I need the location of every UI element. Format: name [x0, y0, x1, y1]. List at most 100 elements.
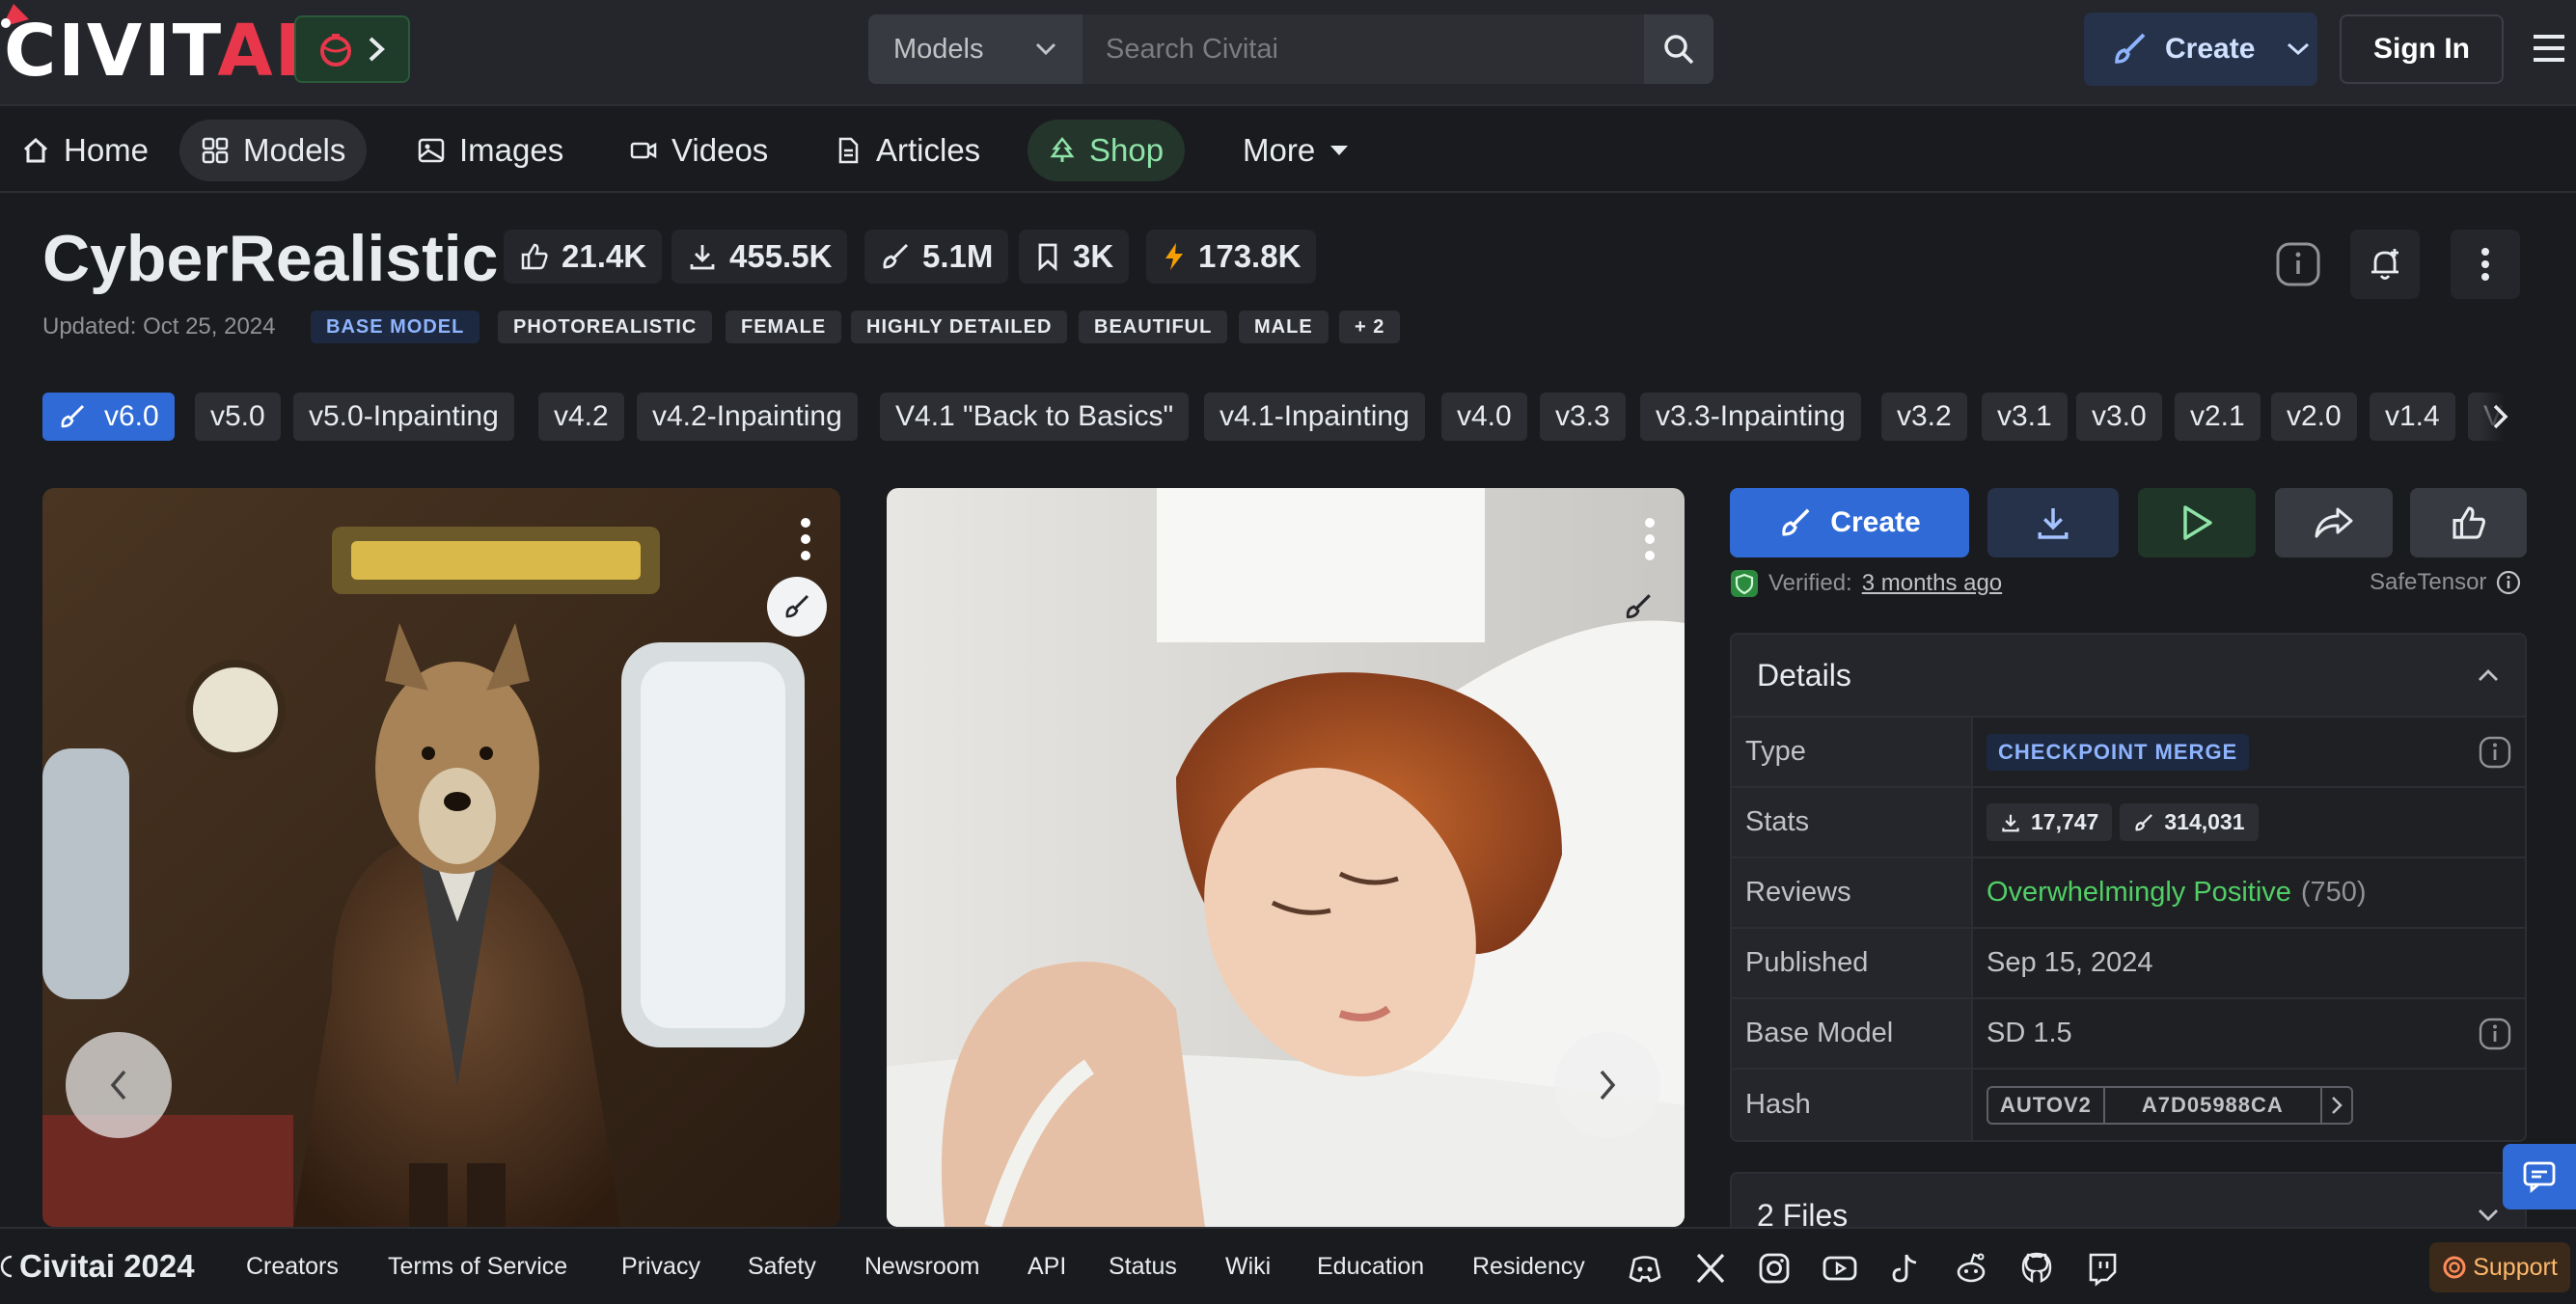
version-chip[interactable]: v3.3 [1540, 393, 1626, 441]
nav-videos[interactable]: Videos [608, 120, 789, 181]
version-chip[interactable]: V4.1 "Back to Basics" [880, 393, 1190, 441]
footer-link-api[interactable]: API [1028, 1253, 1066, 1281]
nav-more-label: More [1243, 132, 1316, 168]
tag-highly-detailed[interactable]: HIGHLY DETAILED [851, 311, 1068, 343]
discord-icon[interactable] [1627, 1250, 1663, 1287]
search-input[interactable] [1082, 14, 1644, 84]
reddit-icon[interactable] [1953, 1250, 1989, 1287]
footer-link-residency[interactable]: Residency [1472, 1253, 1585, 1281]
nav-shop[interactable]: Shop [1028, 120, 1186, 181]
page-title: CyberRealistic [42, 222, 499, 295]
create-button[interactable]: Create [1730, 488, 1969, 557]
version-chip[interactable]: v5.0-Inpainting [293, 393, 514, 441]
tag-more[interactable]: + 2 [1339, 311, 1401, 343]
info-icon[interactable] [2479, 736, 2511, 769]
footer-link-education[interactable]: Education [1317, 1253, 1424, 1281]
version-chip[interactable]: v3.0 [2076, 393, 2162, 441]
hash-next-button[interactable] [2322, 1088, 2351, 1123]
twitch-icon[interactable] [2084, 1250, 2121, 1287]
verified-time-link[interactable]: 3 months ago [1862, 570, 2002, 597]
version-chip[interactable]: v5.0 [195, 393, 281, 441]
info-icon[interactable] [2479, 1018, 2511, 1050]
search-category-label: Models [893, 33, 984, 65]
footer-link-newsroom[interactable]: Newsroom [864, 1253, 979, 1281]
hash-value[interactable]: A7D05988CA [2105, 1087, 2322, 1123]
info-icon[interactable] [2496, 570, 2521, 595]
support-button[interactable]: Support [2429, 1242, 2570, 1292]
gallery-image-1[interactable] [42, 488, 840, 1227]
footer-link-wiki[interactable]: Wiki [1225, 1253, 1271, 1281]
version-chip[interactable]: v1.4 [2370, 393, 2455, 441]
details-row-base-model: Base Model SD 1.5 [1732, 999, 2525, 1070]
version-chip-active[interactable]: v6.0 [42, 393, 175, 441]
holiday-event-button[interactable] [294, 15, 410, 83]
footer-link-creators[interactable]: Creators [246, 1253, 339, 1281]
version-chip[interactable]: v4.2-Inpainting [637, 393, 858, 441]
gallery-image-2[interactable] [887, 488, 1685, 1227]
download-button[interactable] [1987, 488, 2119, 557]
footer-link-privacy[interactable]: Privacy [621, 1253, 700, 1281]
tiktok-icon[interactable] [1887, 1250, 1924, 1287]
more-options-button[interactable] [2451, 230, 2520, 299]
reviews-sentiment[interactable]: Overwhelmingly Positive [1987, 877, 2291, 909]
nav-models[interactable]: Models [179, 120, 368, 181]
run-model-button[interactable] [2138, 488, 2256, 557]
carousel-next-button[interactable] [1554, 1032, 1660, 1138]
chevron-down-icon [2479, 1209, 2498, 1221]
search-button[interactable] [1644, 14, 1713, 84]
chevron-left-icon [110, 1070, 126, 1100]
footer-link-status[interactable]: Status [1109, 1253, 1177, 1281]
instagram-icon[interactable] [1756, 1250, 1793, 1287]
tag-base-model[interactable]: BASE MODEL [311, 311, 480, 343]
search-category-select[interactable]: Models [868, 14, 1082, 84]
image-options-icon[interactable] [798, 515, 813, 563]
carousel-prev-button[interactable] [66, 1032, 172, 1138]
notify-button[interactable] [2350, 230, 2420, 299]
bookmark-icon [1038, 243, 1057, 272]
version-chip[interactable]: v3.3-Inpainting [1640, 393, 1861, 441]
stats-downloads: 17,747 [1987, 803, 2113, 841]
nav-images[interactable]: Images [396, 120, 585, 181]
footer-link-terms[interactable]: Terms of Service [388, 1253, 567, 1281]
github-icon[interactable] [2018, 1250, 2055, 1287]
version-chip[interactable]: v4.2 [538, 393, 624, 441]
version-chip[interactable]: v3.2 [1881, 393, 1967, 441]
sign-in-button[interactable]: Sign In [2340, 14, 2504, 84]
footer-link-safety[interactable]: Safety [748, 1253, 816, 1281]
version-chip[interactable]: v4.1-Inpainting [1204, 393, 1425, 441]
remix-button[interactable] [1608, 577, 1668, 637]
create-menu-button[interactable]: Create [2084, 13, 2317, 86]
nav-articles[interactable]: Articles [812, 120, 1001, 181]
model-info-button[interactable] [2263, 230, 2333, 299]
create-label: Create [2165, 33, 2256, 65]
tag-photorealistic[interactable]: PHOTOREALISTIC [498, 311, 713, 343]
logo-text-ai: AI [217, 10, 304, 93]
civitai-logo[interactable]: CIVITAI [4, 15, 303, 87]
file-format-label: SafeTensor [2370, 569, 2487, 595]
hash-copy[interactable]: AUTOV2 A7D05988CA [1987, 1085, 2353, 1125]
tag-male[interactable]: MALE [1239, 311, 1329, 343]
details-header[interactable]: Details [1732, 635, 2525, 718]
nav-more[interactable]: More [1221, 120, 1371, 181]
tag-female[interactable]: FEMALE [726, 311, 842, 343]
version-chip[interactable]: v2.1 [2175, 393, 2261, 441]
youtube-icon[interactable] [1822, 1250, 1858, 1287]
likes-count: 21.4K [562, 238, 647, 274]
nav-home[interactable]: Home [0, 120, 170, 181]
version-chip[interactable]: v4.0 [1441, 393, 1527, 441]
hamburger-menu-icon[interactable] [2530, 29, 2568, 68]
hash-type[interactable]: AUTOV2 [1988, 1087, 2105, 1123]
remix-button[interactable] [767, 577, 827, 637]
details-row-reviews: Reviews Overwhelmingly Positive (750) [1732, 858, 2525, 929]
chevron-right-icon [369, 37, 385, 62]
share-button[interactable] [2275, 488, 2393, 557]
row-value[interactable]: Overwhelmingly Positive (750) [1973, 858, 2525, 927]
version-chip[interactable]: v2.0 [2271, 393, 2357, 441]
versions-scroll-right[interactable] [2480, 393, 2522, 441]
like-button[interactable] [2410, 488, 2527, 557]
feedback-button[interactable] [2503, 1144, 2576, 1209]
version-chip[interactable]: v3.1 [1982, 393, 2068, 441]
x-twitter-icon[interactable] [1692, 1250, 1729, 1287]
tag-beautiful[interactable]: BEAUTIFUL [1079, 311, 1228, 343]
image-options-icon[interactable] [1642, 515, 1658, 563]
